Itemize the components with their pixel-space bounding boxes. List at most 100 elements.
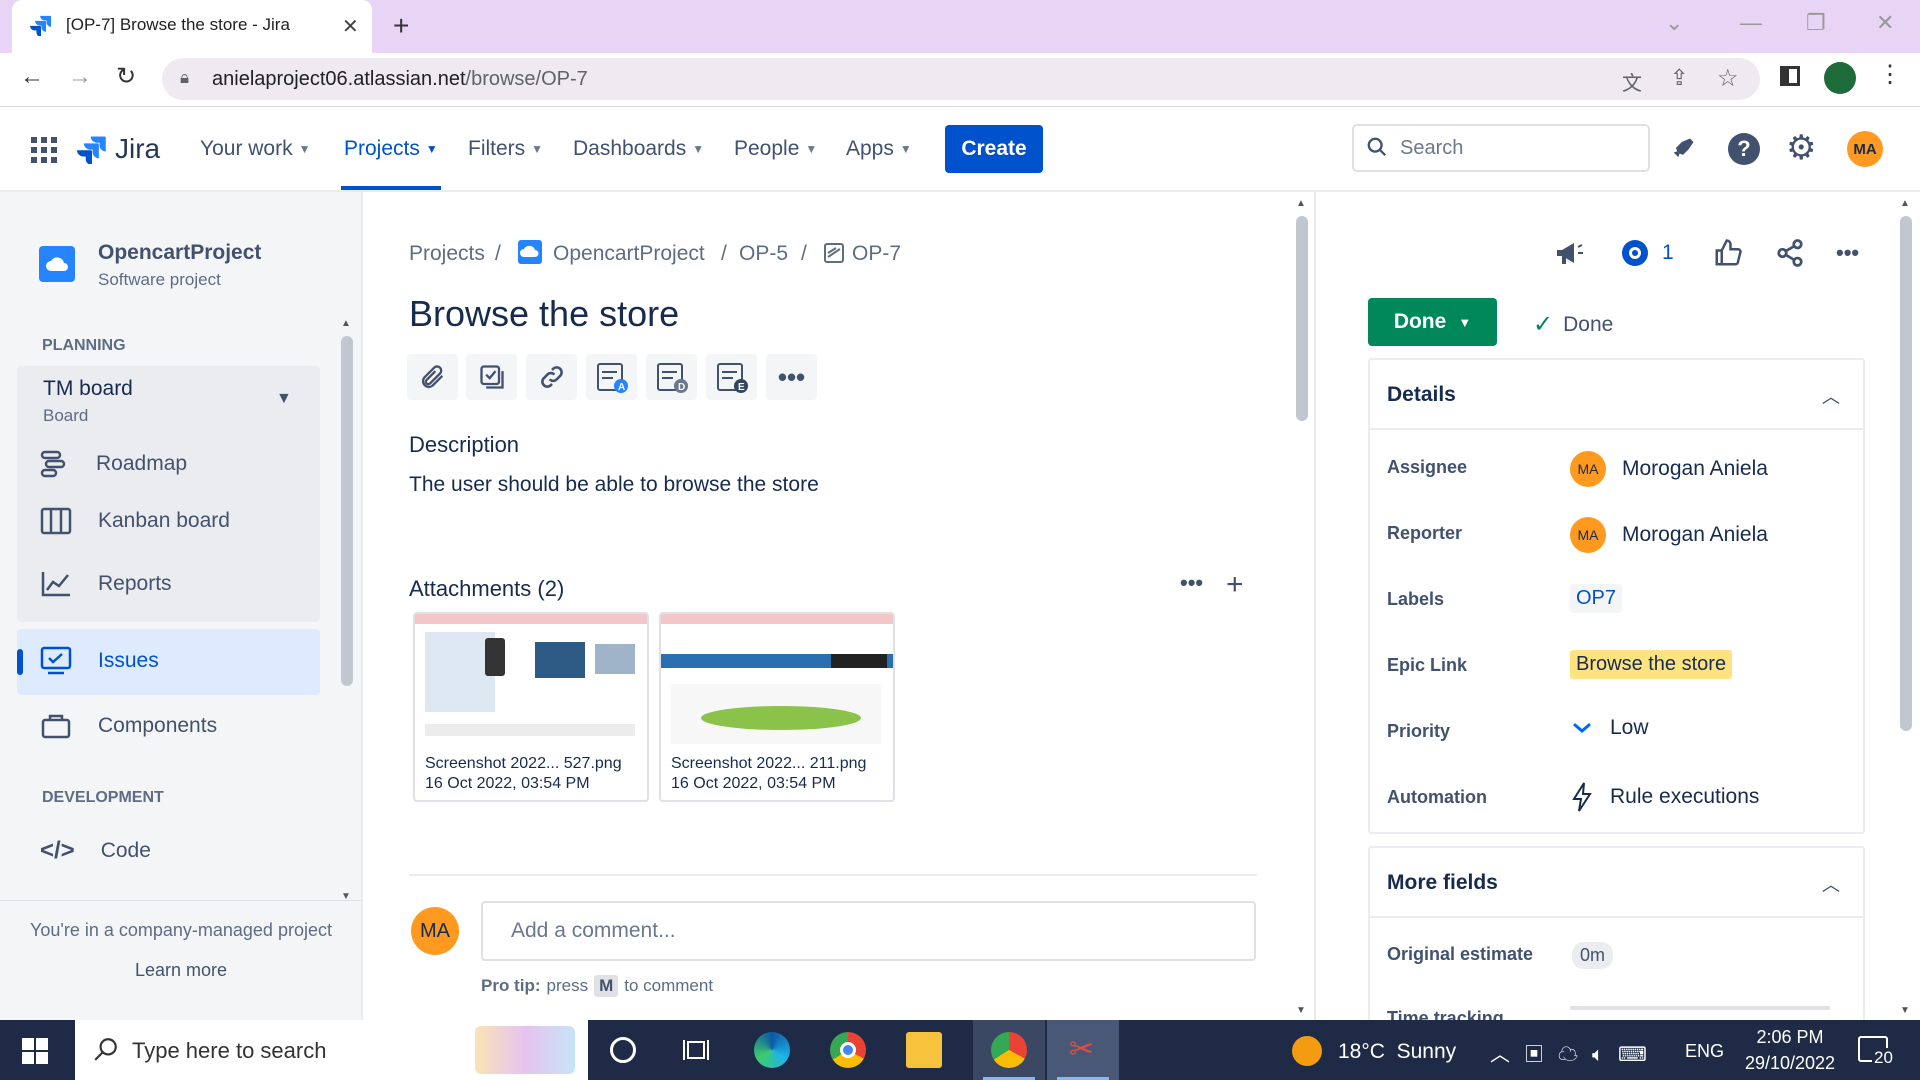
breadcrumb-current-issue[interactable]: OP-7: [852, 242, 901, 266]
right-panel-scrollbar[interactable]: ▲ ▼: [1896, 198, 1916, 1016]
collapse-chevron-icon[interactable]: ︿: [1822, 871, 1840, 897]
board-chevron-down-icon[interactable]: ▼: [276, 390, 292, 408]
assignee-field[interactable]: MA Morogan Aniela: [1570, 451, 1768, 487]
sidebar-item-code[interactable]: </> Code: [40, 837, 151, 865]
edge-browser-icon[interactable]: [754, 1032, 790, 1068]
taskbar-snip-tool[interactable]: ✂: [1047, 1020, 1119, 1080]
sidebar-item-roadmap[interactable]: Roadmap: [40, 449, 187, 479]
attachment-date: 16 Oct 2022, 03:54 PM: [671, 775, 836, 792]
vote-thumbs-up-icon[interactable]: [1713, 238, 1743, 268]
description-text[interactable]: The user should be able to browse the st…: [409, 473, 819, 497]
search-field[interactable]: [1352, 124, 1650, 172]
main-scrollbar[interactable]: ▲ ▼: [1292, 198, 1312, 1016]
comment-box[interactable]: [481, 901, 1256, 961]
app-button-d[interactable]: D: [646, 354, 697, 400]
time-tracking-bar[interactable]: [1570, 1006, 1830, 1010]
nav-people[interactable]: People ▼: [734, 137, 817, 161]
notifications-icon[interactable]: [1669, 134, 1697, 164]
add-attachment-icon[interactable]: +: [1226, 568, 1244, 602]
nav-dashboards[interactable]: Dashboards ▼: [573, 137, 704, 161]
new-tab-icon[interactable]: +: [393, 10, 409, 42]
weather-text[interactable]: 18°C Sunny: [1338, 1040, 1456, 1064]
issue-title[interactable]: Browse the store: [409, 293, 679, 335]
app-button-e[interactable]: E: [706, 354, 757, 400]
epic-link-field[interactable]: Browse the store: [1570, 650, 1733, 679]
browser-tab[interactable]: [OP-7] Browse the store - Jira ✕: [12, 0, 372, 53]
reload-icon[interactable]: ↻: [116, 62, 136, 91]
issue-more-actions-icon[interactable]: •••: [1836, 240, 1859, 266]
priority-field[interactable]: Low: [1570, 716, 1649, 740]
taskbar-chrome-active[interactable]: [973, 1020, 1045, 1080]
file-explorer-icon[interactable]: [906, 1032, 942, 1068]
sidebar-item-issues-content[interactable]: Issues: [40, 646, 159, 676]
board-name[interactable]: TM board: [43, 377, 133, 401]
windows-start-icon[interactable]: [22, 1038, 48, 1064]
sidebar-item-kanban-board[interactable]: Kanban board: [40, 507, 230, 535]
nav-filters[interactable]: Filters ▼: [468, 137, 543, 161]
input-language[interactable]: ENG: [1685, 1041, 1724, 1062]
add-child-issue-button[interactable]: [466, 354, 517, 400]
watch-button[interactable]: 1: [1620, 240, 1674, 266]
sidebar-scrollbar[interactable]: ▲ ▼: [336, 318, 358, 902]
address-bar[interactable]: 🔒︎ anielaproject06.atlassian.net/browse/…: [162, 58, 1760, 100]
attachment-thumbnail[interactable]: Screenshot 2022... 527.png 16 Oct 2022, 0…: [413, 612, 649, 802]
attach-button[interactable]: [407, 354, 458, 400]
side-panel-icon[interactable]: [1780, 66, 1800, 86]
breadcrumb-project[interactable]: OpencartProject: [553, 242, 705, 266]
restore-icon[interactable]: ❐: [1806, 10, 1826, 36]
bookmark-star-icon[interactable]: ☆: [1717, 64, 1739, 93]
window-close-icon[interactable]: ✕: [1876, 10, 1894, 36]
reporter-field[interactable]: MA Morogan Aniela: [1570, 517, 1768, 553]
sidebar-item-reports[interactable]: Reports: [40, 570, 172, 598]
status-transition-button[interactable]: Done ▼: [1368, 298, 1497, 346]
app-switcher-icon[interactable]: [30, 136, 58, 164]
back-icon[interactable]: ←: [20, 63, 44, 91]
nav-your-work[interactable]: Your work ▼: [200, 137, 311, 161]
chrome-browser-icon[interactable]: [830, 1032, 866, 1068]
give-feedback-megaphone-icon[interactable]: [1553, 237, 1585, 269]
tab-search-icon[interactable]: ⌄: [1665, 10, 1683, 36]
cortana-icon[interactable]: [610, 1037, 636, 1063]
attachment-thumbnail[interactable]: Screenshot 2022... 211.png 16 Oct 2022, 0…: [659, 612, 895, 802]
chevron-down-icon: ▼: [805, 142, 818, 156]
collapse-chevron-icon[interactable]: ︿: [1822, 383, 1840, 409]
search-input[interactable]: [1400, 137, 1630, 160]
labels-field[interactable]: OP7: [1570, 584, 1623, 613]
share-page-icon[interactable]: ⇪: [1670, 65, 1688, 91]
share-icon[interactable]: [1775, 238, 1805, 268]
app-button-a[interactable]: A: [586, 354, 637, 400]
original-estimate-value[interactable]: 0m: [1572, 942, 1614, 969]
learn-more-link[interactable]: Learn more: [0, 960, 362, 981]
attachments-more-icon[interactable]: •••: [1180, 570, 1203, 596]
create-button[interactable]: Create: [945, 125, 1043, 173]
browser-profile-avatar[interactable]: [1824, 62, 1856, 94]
active-nav-indicator: [341, 186, 441, 190]
epic-lozenge[interactable]: Browse the store: [1570, 650, 1733, 679]
breadcrumb-parent-issue[interactable]: OP-5: [739, 242, 788, 266]
sidebar-item-components[interactable]: Components: [40, 712, 217, 740]
help-icon[interactable]: ?: [1728, 133, 1760, 165]
system-tray-icons[interactable]: ︿▣☁🔈︎⌨: [1490, 1038, 1661, 1067]
clock-time[interactable]: 2:06 PM: [1745, 1027, 1835, 1048]
translate-icon[interactable]: 文: [1622, 67, 1642, 96]
nav-apps[interactable]: Apps ▼: [846, 137, 912, 161]
settings-gear-icon[interactable]: ⚙: [1786, 128, 1816, 168]
task-view-icon[interactable]: [682, 1037, 710, 1063]
minimize-icon[interactable]: —: [1740, 10, 1762, 36]
more-actions-icon[interactable]: •••: [766, 354, 817, 400]
project-name[interactable]: OpencartProject: [98, 241, 261, 265]
browser-menu-icon[interactable]: ⋮: [1878, 60, 1902, 89]
more-fields-heading[interactable]: More fields: [1387, 871, 1498, 895]
label-tag[interactable]: OP7: [1570, 584, 1623, 613]
nav-projects[interactable]: Projects ▼: [344, 137, 438, 161]
tab-close-icon[interactable]: ✕: [342, 14, 359, 39]
forward-icon[interactable]: →: [68, 63, 92, 91]
comment-input[interactable]: [511, 919, 1211, 943]
clock-date[interactable]: 29/10/2022: [1738, 1053, 1842, 1074]
taskbar-search[interactable]: Type here to search: [75, 1020, 588, 1080]
link-issue-button[interactable]: [526, 354, 577, 400]
breadcrumb-projects[interactable]: Projects: [409, 242, 485, 266]
jira-logo[interactable]: Jira: [77, 133, 160, 165]
user-avatar[interactable]: MA: [1847, 131, 1883, 167]
automation-field[interactable]: Rule executions: [1570, 781, 1759, 813]
